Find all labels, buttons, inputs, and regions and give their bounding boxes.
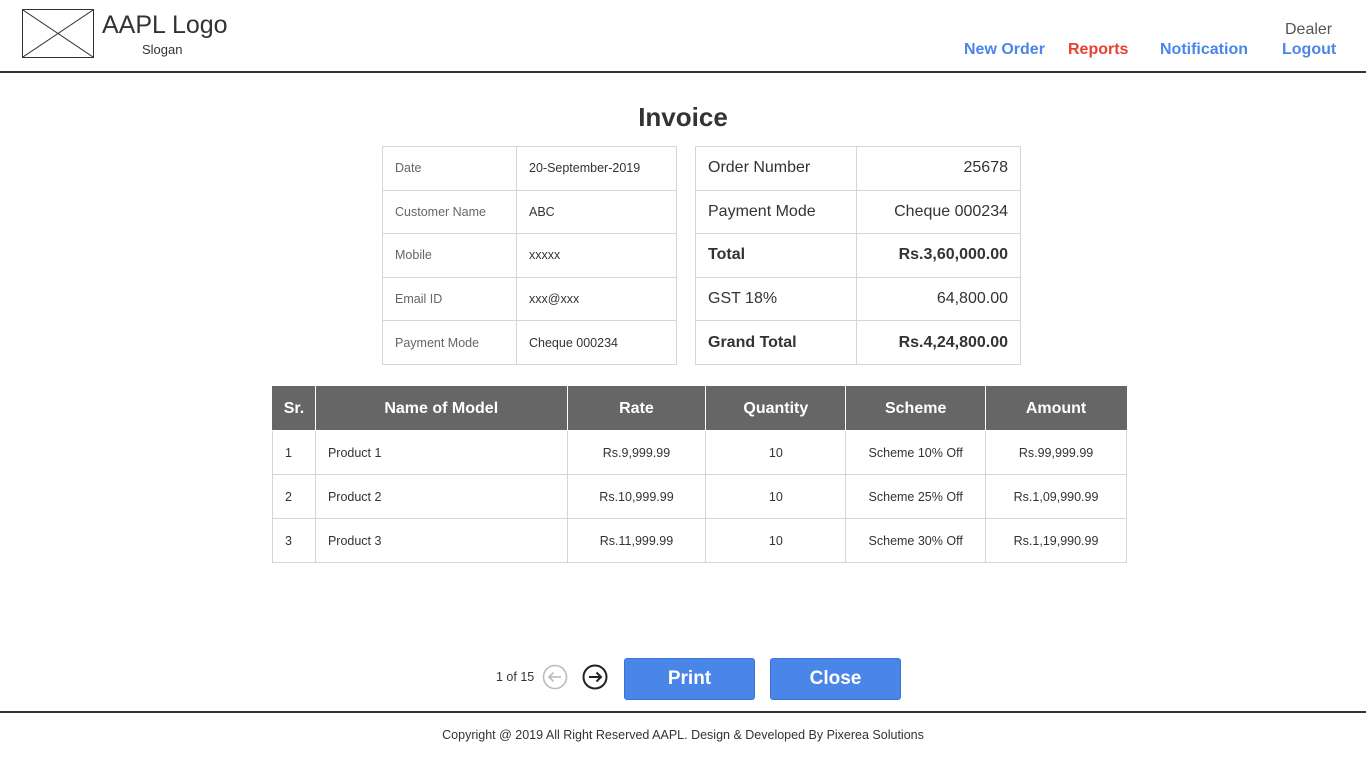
top-header: AAPL Logo Slogan New Order Reports Notif… [0, 0, 1366, 73]
cell-rate: Rs.11,999.99 [566, 518, 707, 563]
logo-slogan: Slogan [142, 42, 183, 57]
column-header: Rate [566, 386, 707, 431]
cell-sr: 3 [272, 518, 316, 563]
summary-value: Rs.3,60,000.00 [856, 233, 1021, 278]
summary-value: 64,800.00 [856, 276, 1021, 322]
nav-new-order[interactable]: New Order [964, 41, 1045, 59]
table-row: 1 Product 1 Rs.9,999.99 10 Scheme 10% Of… [272, 430, 1127, 475]
user-role-label: Dealer [1285, 21, 1333, 38]
cell-scheme: Scheme 10% Off [845, 430, 987, 475]
print-button[interactable]: Print [624, 658, 755, 700]
info-label: Date [382, 146, 517, 191]
info-value: Cheque 000234 [516, 320, 677, 365]
column-header: Sr. [272, 386, 316, 431]
summary-value: 25678 [856, 146, 1021, 191]
close-button[interactable]: Close [770, 658, 901, 700]
info-row: Date 20-September-2019 [382, 146, 677, 191]
cell-rate: Rs.10,999.99 [566, 474, 707, 519]
cell-scheme: Scheme 25% Off [845, 474, 987, 519]
cell-quantity: 10 [705, 474, 847, 519]
products-table: Sr. Name of Model Rate Quantity Scheme A… [272, 386, 1127, 563]
summary-label: Total [695, 233, 857, 278]
info-label: Mobile [382, 233, 517, 278]
info-value: xxxxx [516, 233, 677, 278]
column-header: Amount [985, 386, 1127, 431]
info-label: Email ID [382, 276, 517, 322]
cell-model-name: Product 2 [314, 474, 568, 519]
info-label: Payment Mode [382, 320, 517, 365]
summary-label: Grand Total [695, 320, 857, 365]
summary-row: GST 18% 64,800.00 [695, 276, 1021, 322]
info-value: ABC [516, 189, 677, 235]
table-header-row: Sr. Name of Model Rate Quantity Scheme A… [272, 386, 1127, 431]
info-label: Customer Name [382, 189, 517, 235]
summary-label: GST 18% [695, 276, 857, 322]
summary-row: Order Number 25678 [695, 146, 1021, 191]
arrow-left-circle-icon[interactable] [542, 664, 568, 690]
summary-value: Cheque 000234 [856, 189, 1021, 235]
info-row: Payment Mode Cheque 000234 [382, 320, 677, 365]
summary-label: Payment Mode [695, 189, 857, 235]
cell-model-name: Product 1 [314, 430, 568, 475]
logo-title: AAPL Logo [102, 11, 228, 39]
table-row: 3 Product 3 Rs.11,999.99 10 Scheme 30% O… [272, 518, 1127, 563]
cell-quantity: 10 [705, 518, 847, 563]
nav-reports[interactable]: Reports [1068, 41, 1128, 59]
cell-sr: 2 [272, 474, 316, 519]
nav-logout[interactable]: Logout [1282, 41, 1336, 59]
arrow-right-circle-icon[interactable] [582, 664, 608, 690]
customer-info-table: Date 20-September-2019 Customer Name ABC… [382, 146, 677, 365]
info-row: Customer Name ABC [382, 189, 677, 235]
cell-scheme: Scheme 30% Off [845, 518, 987, 563]
summary-label: Order Number [695, 146, 857, 191]
summary-row-total: Total Rs.3,60,000.00 [695, 233, 1021, 278]
footer-copyright: Copyright @ 2019 All Right Reserved AAPL… [442, 728, 924, 742]
column-header: Scheme [845, 386, 987, 431]
logo-placeholder-icon [22, 9, 94, 58]
nav-notification[interactable]: Notification [1160, 41, 1248, 59]
info-row: Email ID xxx@xxx [382, 276, 677, 322]
order-summary-table: Order Number 25678 Payment Mode Cheque 0… [695, 146, 1021, 365]
footer-divider [0, 711, 1366, 713]
page-title: Invoice [638, 102, 728, 132]
cell-model-name: Product 3 [314, 518, 568, 563]
column-header: Name of Model [314, 386, 568, 431]
info-row: Mobile xxxxx [382, 233, 677, 278]
column-header: Quantity [705, 386, 847, 431]
cell-rate: Rs.9,999.99 [566, 430, 707, 475]
cell-amount: Rs.99,999.99 [985, 430, 1127, 475]
info-value: 20-September-2019 [516, 146, 677, 191]
summary-value: Rs.4,24,800.00 [856, 320, 1021, 365]
summary-row: Payment Mode Cheque 000234 [695, 189, 1021, 235]
cell-amount: Rs.1,09,990.99 [985, 474, 1127, 519]
pagination-info: 1 of 15 [496, 670, 535, 684]
cell-amount: Rs.1,19,990.99 [985, 518, 1127, 563]
table-row: 2 Product 2 Rs.10,999.99 10 Scheme 25% O… [272, 474, 1127, 519]
cell-quantity: 10 [705, 430, 847, 475]
summary-row-grand-total: Grand Total Rs.4,24,800.00 [695, 320, 1021, 365]
cell-sr: 1 [272, 430, 316, 475]
info-value: xxx@xxx [516, 276, 677, 322]
